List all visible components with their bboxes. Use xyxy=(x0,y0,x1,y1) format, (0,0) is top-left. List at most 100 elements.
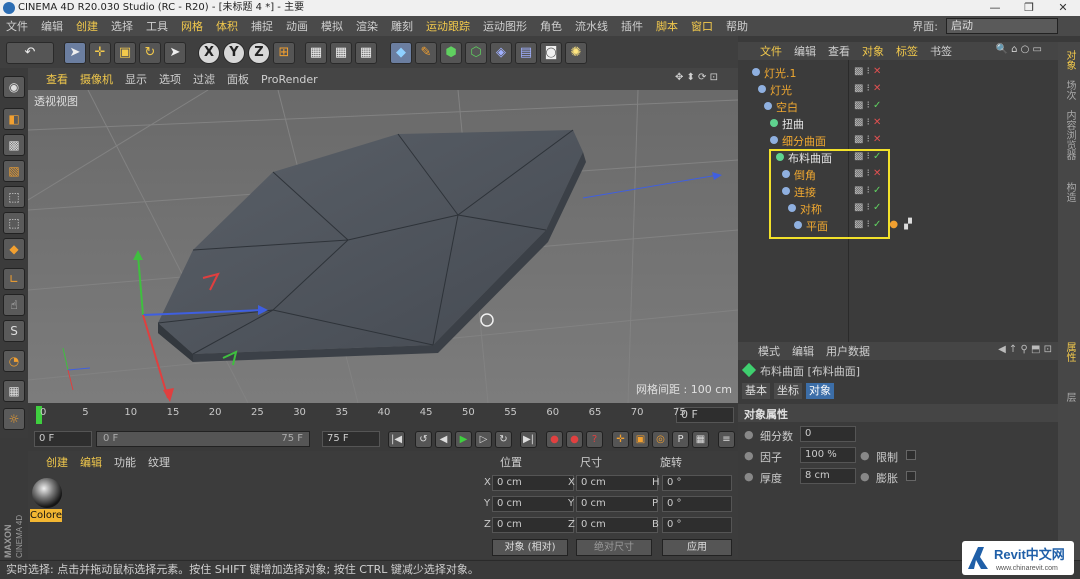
menu-item-16[interactable]: 插件 xyxy=(621,18,643,34)
viewport-menu-item-6[interactable]: ProRender xyxy=(261,73,318,86)
tab-basic[interactable]: 基本 xyxy=(742,383,770,399)
visibility-icon[interactable]: ▩ ⁝ xyxy=(854,134,870,145)
object-row[interactable]: 细分曲面 ▩ ⁝ ✕ xyxy=(738,132,1058,149)
menu-item-4[interactable]: 工具 xyxy=(146,18,168,34)
object-name[interactable]: 灯光.1 xyxy=(764,65,797,81)
material-preview-sphere[interactable] xyxy=(32,478,62,508)
size-z-field[interactable]: 0 cm xyxy=(576,517,658,533)
viewport-nav-icons[interactable]: ✥ ⬍ ⟳ ⊡ xyxy=(675,72,718,83)
sidebar-tab-0[interactable]: 对象 xyxy=(1061,50,1077,70)
menu-item-2[interactable]: 创建 xyxy=(76,18,98,34)
snap-icon[interactable]: S xyxy=(3,320,25,342)
object-menu-item-1[interactable]: 编辑 xyxy=(794,43,816,59)
play-icon[interactable]: ▶ xyxy=(455,431,472,448)
coordinate-mode-dropdown[interactable]: 对象 (相对) xyxy=(492,539,568,556)
sidebar-tab-2[interactable]: 内容浏览器 xyxy=(1061,110,1077,160)
x-axis-lock-icon[interactable]: X xyxy=(198,42,220,64)
object-row[interactable]: 灯光.1 ▩ ⁝ ✕ xyxy=(738,64,1058,81)
rot-p-field[interactable]: 0 ° xyxy=(662,496,732,512)
object-menu-item-3[interactable]: 对象 xyxy=(862,43,884,59)
light-icon[interactable]: ✺ xyxy=(565,42,587,64)
texture-mode-icon[interactable]: ▩ xyxy=(3,134,25,156)
material-menu-item-1[interactable]: 编辑 xyxy=(80,454,102,470)
scale-tool-icon[interactable]: ▣ xyxy=(114,42,136,64)
subdivision-surface-icon[interactable]: ⬢ xyxy=(440,42,462,64)
phong-tag-icon[interactable]: ▞ xyxy=(904,219,912,230)
material-menu-item-2[interactable]: 功能 xyxy=(114,454,136,470)
thickness-field[interactable]: 8 cm xyxy=(800,468,856,484)
sidebar-tab-3[interactable]: 构造 xyxy=(1061,182,1077,202)
viewport-menu-item-1[interactable]: 摄像机 xyxy=(80,71,113,87)
menu-item-14[interactable]: 角色 xyxy=(540,18,562,34)
attribute-menu-item-0[interactable]: 模式 xyxy=(758,343,780,359)
object-menu-item-2[interactable]: 查看 xyxy=(828,43,850,59)
size-x-field[interactable]: 0 cm xyxy=(576,475,658,491)
viewport-menu-item-4[interactable]: 过滤 xyxy=(193,71,215,87)
next-key-icon[interactable]: ↻ xyxy=(495,431,512,448)
size-y-field[interactable]: 0 cm xyxy=(576,496,658,512)
prev-frame-icon[interactable]: ◀ xyxy=(435,431,452,448)
object-name[interactable]: 灯光 xyxy=(770,82,792,98)
limit-checkbox[interactable] xyxy=(906,450,916,460)
viewport-menu-item-0[interactable]: 查看 xyxy=(46,71,68,87)
menu-item-5[interactable]: 网格 xyxy=(181,18,203,34)
edges-mode-icon[interactable]: ⬚ xyxy=(3,212,25,234)
frame-range-slider[interactable]: 0 F 75 F xyxy=(96,431,310,447)
perspective-viewport[interactable]: 透视视图 网格间距 : 100 cm xyxy=(28,90,738,403)
deformer-icon[interactable]: ◈ xyxy=(490,42,512,64)
key-scale-icon[interactable]: ▣ xyxy=(632,431,649,448)
menu-item-12[interactable]: 运动跟踪 xyxy=(426,18,470,34)
enabled-icon[interactable]: ✓ xyxy=(870,100,881,111)
undo-icon[interactable]: ↶ xyxy=(6,42,54,64)
menu-item-17[interactable]: 脚本 xyxy=(656,18,678,34)
tag-icon[interactable]: ● xyxy=(889,219,898,230)
attribute-nav-icons[interactable]: ◀ ↑ ⚲ ⬒ ⊡ xyxy=(998,344,1052,355)
rotate-tool-icon[interactable]: ↻ xyxy=(139,42,161,64)
material-name[interactable]: Colore xyxy=(30,509,62,522)
size-mode-dropdown[interactable]: 绝对尺寸 xyxy=(576,539,652,556)
viewport-menu-item-2[interactable]: 显示 xyxy=(125,71,147,87)
key-parameter-icon[interactable]: P xyxy=(672,431,689,448)
object-menu-item-4[interactable]: 标签 xyxy=(896,43,918,59)
subdivisions-field[interactable]: 0 xyxy=(800,426,856,442)
factor-field[interactable]: 100 % xyxy=(800,447,856,463)
menu-item-7[interactable]: 捕捉 xyxy=(251,18,273,34)
rot-h-field[interactable]: 0 ° xyxy=(662,475,732,491)
cube-object-icon[interactable]: ◆ xyxy=(390,42,412,64)
menu-item-11[interactable]: 雕刻 xyxy=(391,18,413,34)
material-menu-item-3[interactable]: 纹理 xyxy=(148,454,170,470)
axis-mode-icon[interactable]: ∟ xyxy=(3,268,25,290)
menu-item-10[interactable]: 渲染 xyxy=(356,18,378,34)
disabled-icon[interactable]: ✕ xyxy=(870,134,881,145)
sidebar-tab-5[interactable]: 层 xyxy=(1061,392,1077,402)
start-frame-field[interactable]: 0 F xyxy=(34,431,92,447)
tab-coordinates[interactable]: 坐标 xyxy=(774,383,802,399)
render-picture-viewer-icon[interactable]: ▦ xyxy=(330,42,352,64)
visibility-icon[interactable]: ▩ ⁝ xyxy=(854,83,870,94)
menu-item-13[interactable]: 运动图形 xyxy=(483,18,527,34)
viewport-menu-item-3[interactable]: 选项 xyxy=(159,71,181,87)
record-keys-icon[interactable]: ● xyxy=(546,431,563,448)
restore-button[interactable]: ❐ xyxy=(1012,0,1046,16)
disabled-icon[interactable]: ✕ xyxy=(870,117,881,128)
timeline-ruler[interactable]: 0 F 0 5 10 15 20 25 30 35 40 45 50 55 60 65 70 75 xyxy=(28,403,738,427)
layout-dropdown[interactable]: 启动 xyxy=(946,18,1058,34)
model-mode-icon[interactable]: ◧ xyxy=(3,108,25,130)
make-editable-icon[interactable]: ◉ xyxy=(3,76,25,98)
disabled-icon[interactable]: ✕ xyxy=(870,83,881,94)
edit-render-settings-icon[interactable]: ▦ xyxy=(355,42,377,64)
y-axis-lock-icon[interactable]: Y xyxy=(223,42,245,64)
soft-selection-icon[interactable]: ☼ xyxy=(3,408,25,430)
menu-item-0[interactable]: 文件 xyxy=(6,18,28,34)
floor-icon[interactable]: ▤ xyxy=(515,42,537,64)
menu-item-6[interactable]: 体积 xyxy=(216,18,238,34)
viewport-menu-item-5[interactable]: 面板 xyxy=(227,71,249,87)
disabled-icon[interactable]: ✕ xyxy=(870,66,881,77)
polygons-mode-icon[interactable]: ◆ xyxy=(3,238,25,260)
attribute-menu-item-1[interactable]: 编辑 xyxy=(792,343,814,359)
menu-item-15[interactable]: 流水线 xyxy=(575,18,608,34)
menu-item-1[interactable]: 编辑 xyxy=(41,18,63,34)
visibility-icon[interactable]: ▩ ⁝ xyxy=(854,117,870,128)
menu-item-9[interactable]: 模拟 xyxy=(321,18,343,34)
z-axis-lock-icon[interactable]: Z xyxy=(248,42,270,64)
